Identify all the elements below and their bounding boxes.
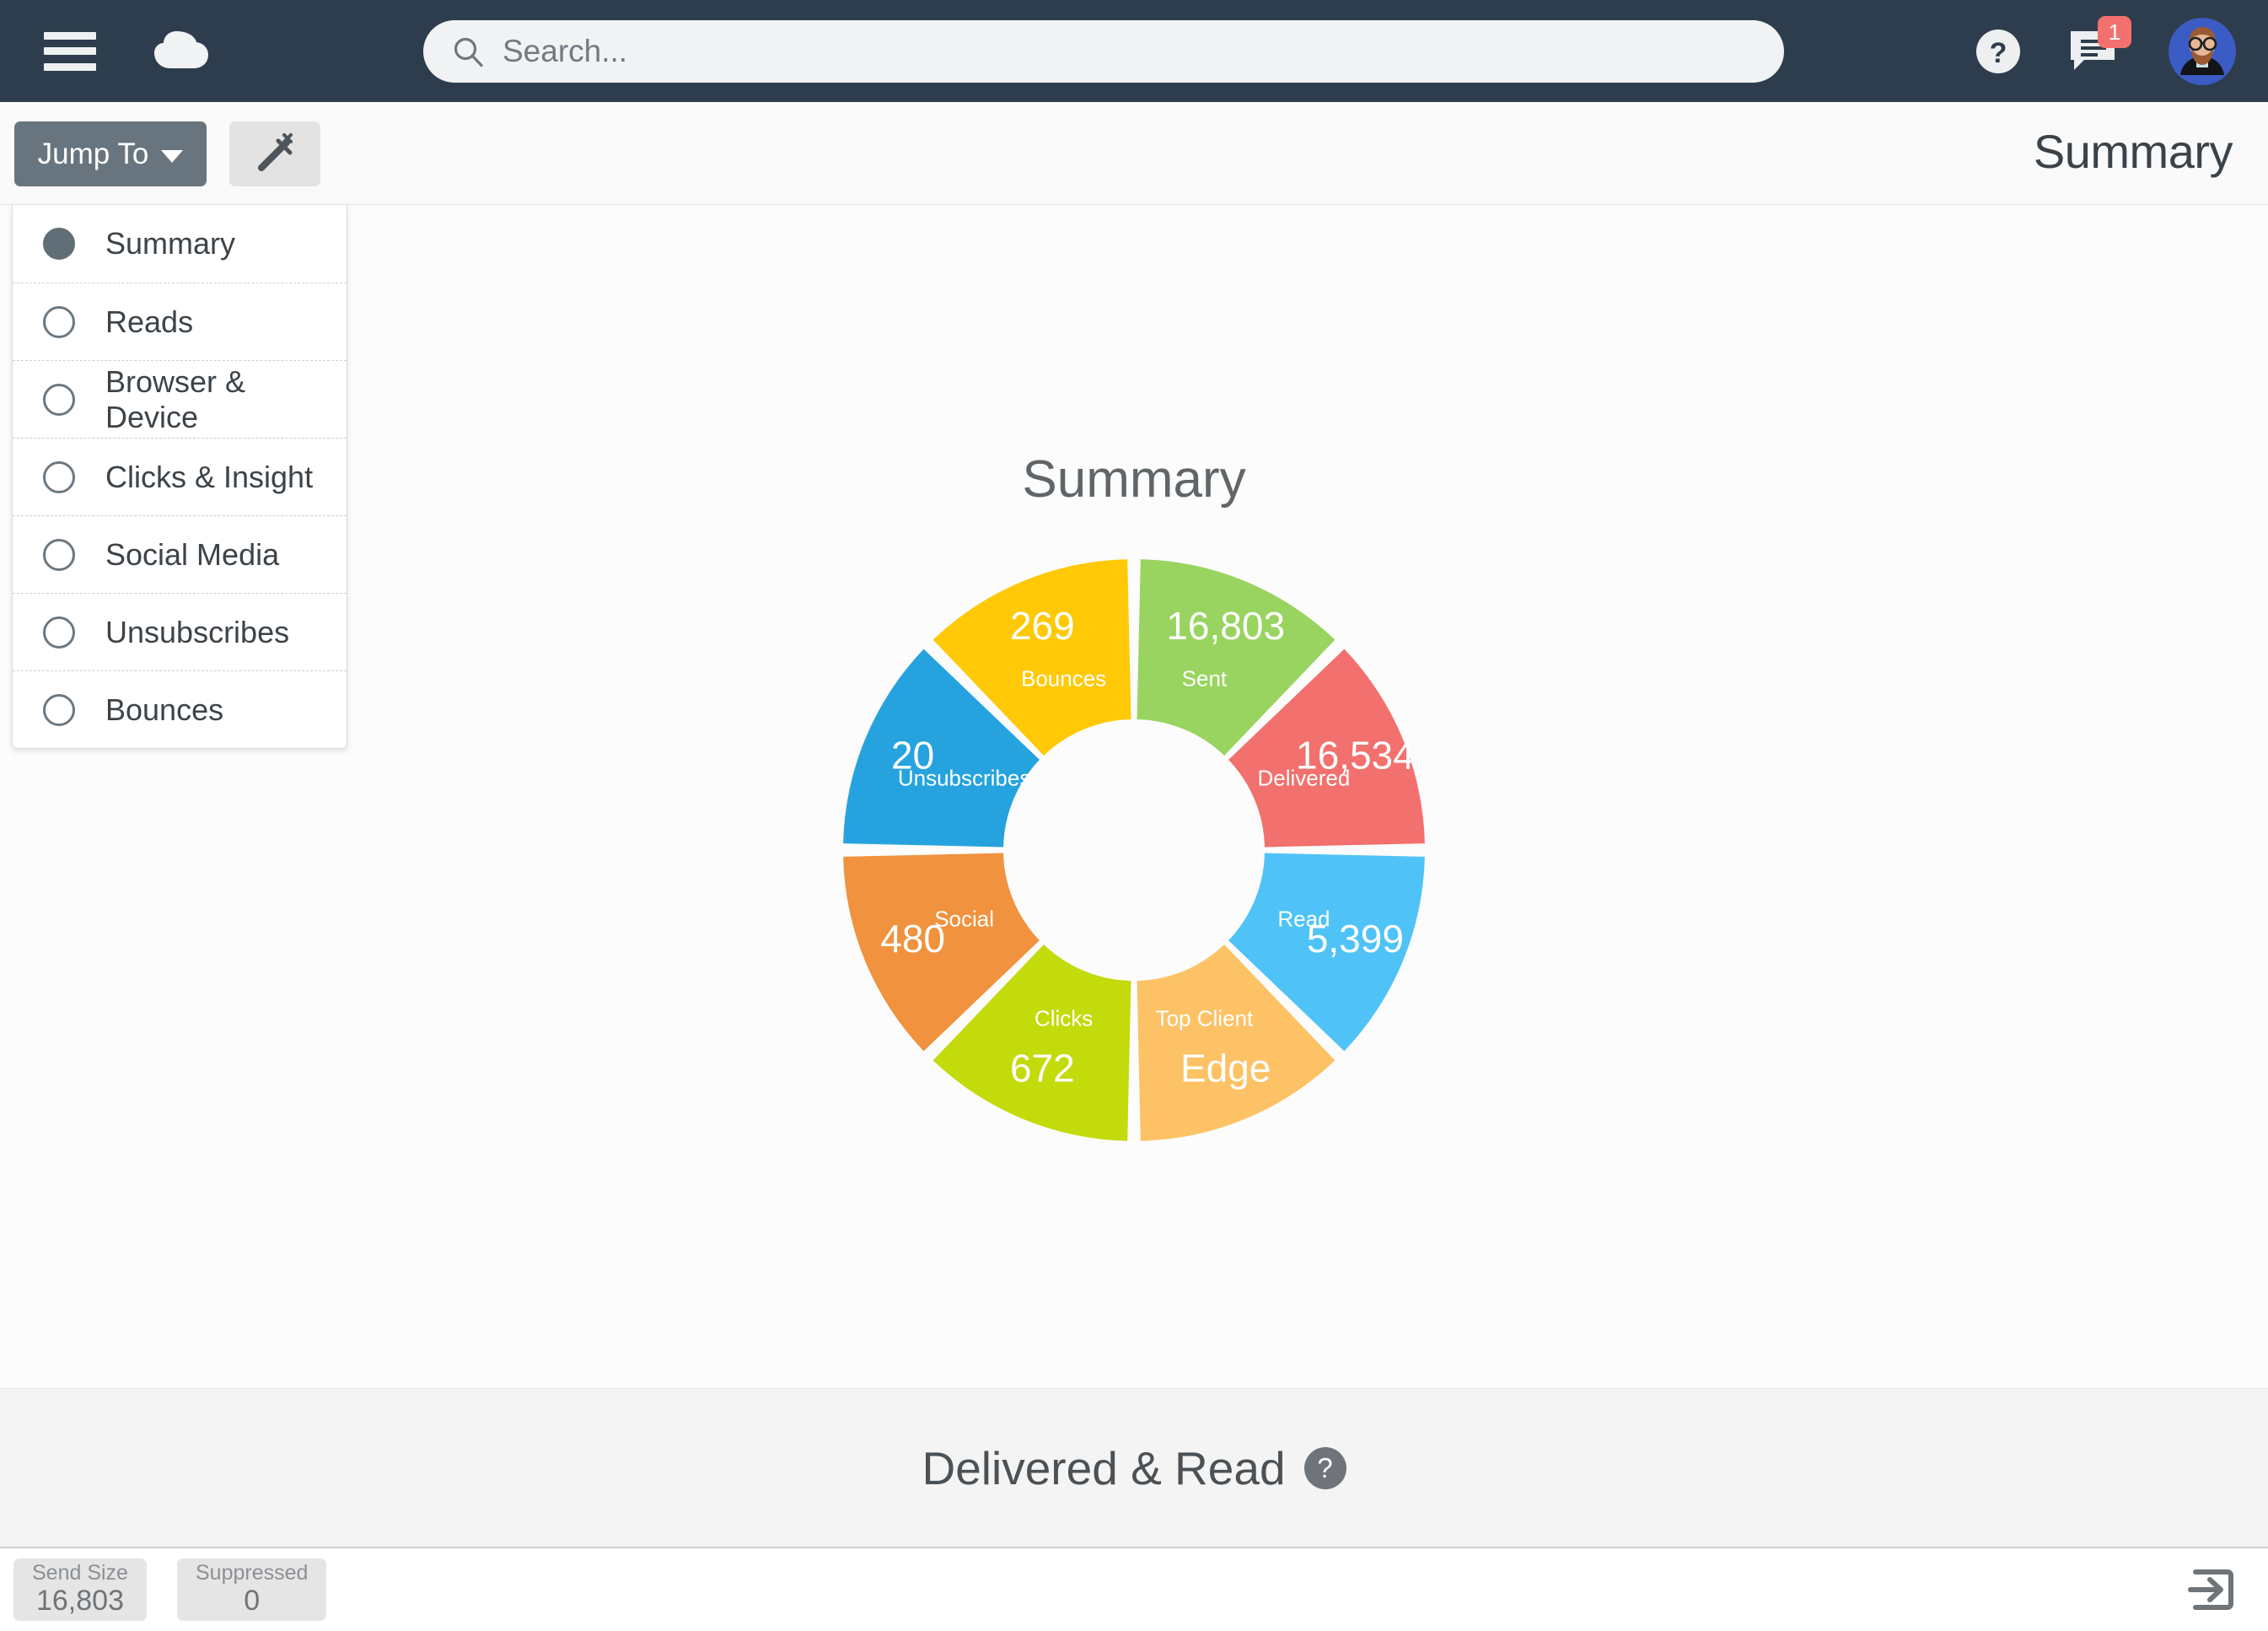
menu-item-clicks-insight[interactable]: Clicks & Insight bbox=[13, 438, 347, 515]
radio-icon bbox=[43, 305, 75, 338]
segment-value: 269 bbox=[1010, 604, 1075, 648]
avatar[interactable] bbox=[2169, 17, 2236, 85]
header-actions: ? 1 bbox=[1975, 0, 2236, 102]
segment-label: Clicks bbox=[1035, 1005, 1093, 1031]
suppressed-value: 0 bbox=[244, 1584, 261, 1617]
send-size-label: Send Size bbox=[32, 1561, 128, 1585]
delivered-read-label: Delivered & Read bbox=[922, 1441, 1286, 1494]
hamburger-bar bbox=[44, 31, 96, 40]
menu-item-label: Reads bbox=[105, 304, 194, 339]
donut-svg: 16,803Sent16,534Delivered5,399ReadEdgeTo… bbox=[843, 559, 1425, 1141]
chevron-down-icon bbox=[161, 149, 184, 163]
app-header: ? 1 bbox=[0, 0, 2268, 102]
notification-badge: 1 bbox=[2098, 15, 2131, 48]
menu-item-label: Unsubscribes bbox=[105, 614, 290, 649]
app-root: ? 1 bbox=[0, 0, 2268, 1631]
magic-wand-button[interactable] bbox=[229, 121, 320, 186]
segment-value: 16,803 bbox=[1166, 604, 1285, 648]
suppressed-label: Suppressed bbox=[196, 1561, 309, 1585]
radio-icon bbox=[43, 538, 75, 571]
search-bar[interactable] bbox=[423, 20, 1784, 83]
jump-to-label: Jump To bbox=[37, 137, 149, 170]
radio-icon bbox=[43, 693, 75, 726]
segment-value: Edge bbox=[1180, 1047, 1271, 1090]
menu-item-label: Browser & Device bbox=[105, 363, 246, 434]
menu-item-reads[interactable]: Reads bbox=[13, 283, 347, 360]
page-title: Summary bbox=[2033, 125, 2233, 178]
menu-item-bounces[interactable]: Bounces bbox=[13, 670, 347, 748]
search-input[interactable] bbox=[503, 34, 1759, 69]
help-circle-icon[interactable]: ? bbox=[1303, 1446, 1346, 1489]
delivered-read-panel: Delivered & Read ? bbox=[0, 1389, 2268, 1548]
jump-to-dropdown-menu: Summary Reads Browser & Device Clicks & Ins… bbox=[12, 205, 347, 749]
search-icon bbox=[452, 35, 484, 67]
menu-item-label: Social Media bbox=[105, 536, 280, 572]
status-bar: Send Size 16,803 Suppressed 0 bbox=[0, 1548, 2268, 1631]
segment-label: Top Client bbox=[1156, 1005, 1254, 1031]
menu-item-summary[interactable]: Summary bbox=[13, 205, 347, 283]
magic-wand-icon bbox=[253, 131, 297, 177]
segment-label: Delivered bbox=[1257, 765, 1350, 790]
segment-label: Social bbox=[934, 906, 994, 931]
send-size-value: 16,803 bbox=[35, 1584, 124, 1617]
menu-item-browser-device[interactable]: Browser & Device bbox=[13, 360, 347, 438]
radio-icon bbox=[43, 383, 75, 416]
help-icon[interactable]: ? bbox=[1975, 28, 2022, 75]
segment-label: Bounces bbox=[1021, 665, 1106, 691]
menu-item-unsubscribes[interactable]: Unsubscribes bbox=[13, 593, 347, 670]
radio-icon bbox=[43, 616, 75, 649]
export-arrow-icon bbox=[2184, 1569, 2236, 1618]
chat-bubble-icon[interactable]: 1 bbox=[2067, 15, 2131, 75]
send-size-chip: Send Size 16,803 bbox=[13, 1558, 147, 1621]
delivered-read-title: Delivered & Read ? bbox=[922, 1441, 1346, 1495]
hamburger-bar bbox=[44, 47, 96, 55]
menu-item-label: Summary bbox=[105, 226, 236, 261]
summary-donut-chart: 16,803 Sent 16,534 Delivered 5,399 Read Edge To… bbox=[843, 559, 1425, 1141]
segment-label: Read bbox=[1277, 906, 1330, 931]
segment-label: Sent bbox=[1182, 665, 1228, 691]
export-button[interactable] bbox=[2184, 1564, 2236, 1616]
menu-item-label: Clicks & Insight bbox=[105, 459, 314, 494]
cloud-logo-icon[interactable] bbox=[148, 26, 214, 77]
radio-icon bbox=[43, 460, 75, 493]
suppressed-chip: Suppressed 0 bbox=[177, 1558, 327, 1621]
menu-item-label: Bounces bbox=[105, 692, 224, 727]
hamburger-bar bbox=[44, 62, 96, 71]
jump-to-button[interactable]: Jump To bbox=[14, 121, 207, 186]
menu-item-social-media[interactable]: Social Media bbox=[13, 515, 347, 593]
svg-text:?: ? bbox=[1990, 37, 2007, 69]
segment-value: 672 bbox=[1010, 1047, 1075, 1090]
page-toolbar: Jump To Summary bbox=[0, 102, 2268, 205]
hamburger-menu-icon[interactable] bbox=[44, 31, 96, 71]
segment-label: Unsubscribes bbox=[898, 765, 1031, 790]
radio-selected-icon bbox=[43, 228, 75, 260]
